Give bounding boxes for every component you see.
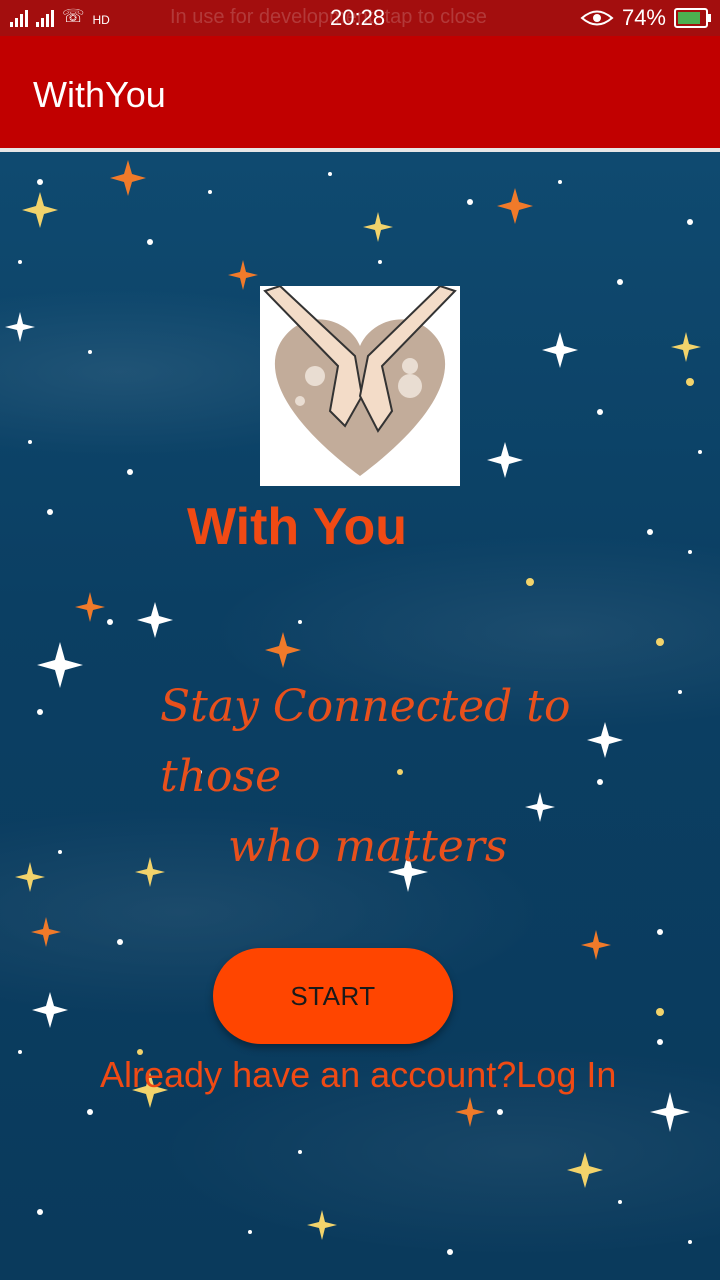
call-icon: ☏ bbox=[62, 6, 85, 26]
tagline: Stay Connected to those who matters bbox=[160, 672, 700, 882]
tagline-line-2: who matters bbox=[228, 821, 508, 872]
brand-title: With You bbox=[187, 498, 408, 556]
hands-heart-logo bbox=[260, 284, 460, 486]
status-left: ☏ HD bbox=[10, 6, 110, 27]
clock: 20:28 bbox=[330, 5, 386, 30]
hd-label: HD bbox=[92, 13, 110, 27]
status-right: 74% bbox=[580, 5, 711, 31]
battery-percent: 74% bbox=[621, 5, 666, 30]
eye-icon bbox=[580, 10, 614, 26]
app-title: WithYou bbox=[33, 74, 166, 115]
notification-text[interactable]: In use for development, tap to close bbox=[170, 6, 487, 29]
start-button[interactable]: START bbox=[213, 948, 453, 1044]
heart-hands-icon bbox=[263, 284, 457, 476]
app-bar: WithYou bbox=[0, 36, 720, 152]
signal-icon bbox=[36, 7, 54, 27]
main-content: With You Stay Connected to those who mat… bbox=[0, 152, 720, 1280]
login-link[interactable]: Already have an account?Log In bbox=[100, 1054, 616, 1096]
status-bar: ☏ HD In use for development, tap to clos… bbox=[0, 0, 720, 36]
signal-icon bbox=[10, 7, 28, 27]
tagline-line-1: Stay Connected to those bbox=[160, 681, 571, 802]
battery-icon bbox=[674, 8, 711, 28]
